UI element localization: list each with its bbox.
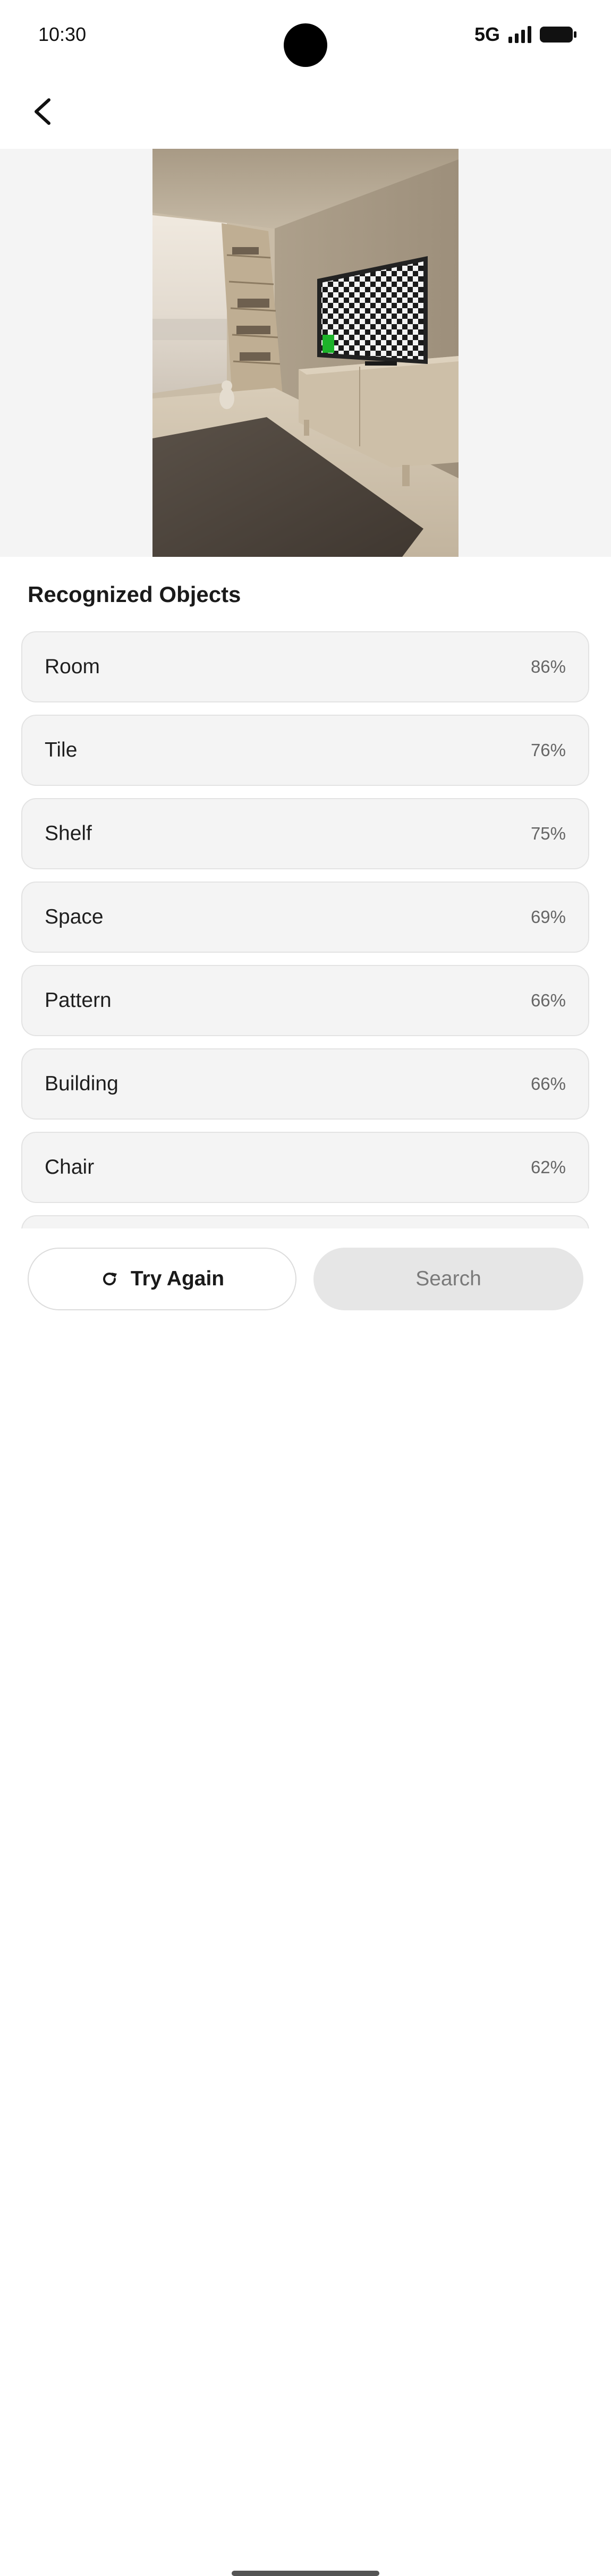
status-bar: 10:30 5G xyxy=(0,0,611,69)
list-item-partial[interactable] xyxy=(21,1215,589,1228)
bottom-action-bar: Try Again Search xyxy=(0,1228,611,2576)
search-button[interactable]: Search xyxy=(313,1248,583,1310)
try-again-button[interactable]: Try Again xyxy=(28,1248,296,1310)
recognized-objects-list[interactable]: Room 86% Tile 76% Shelf 75% Space 69% Pa… xyxy=(21,631,589,1228)
confidence-score: 76% xyxy=(530,740,566,760)
room-photo xyxy=(152,149,459,557)
object-label: Shelf xyxy=(45,822,92,845)
battery-icon xyxy=(540,27,576,43)
confidence-score: 66% xyxy=(530,990,566,1010)
list-item[interactable]: Chair 62% xyxy=(21,1132,589,1203)
confidence-score: 86% xyxy=(530,657,566,676)
refresh-icon xyxy=(103,1273,117,1286)
list-item[interactable]: Room 86% xyxy=(21,631,589,702)
confidence-score: 62% xyxy=(530,1157,566,1177)
object-label: Chair xyxy=(45,1156,95,1179)
object-label: Tile xyxy=(45,739,78,761)
search-label: Search xyxy=(415,1267,481,1290)
list-item[interactable]: Tile 76% xyxy=(21,715,589,786)
list-item[interactable]: Building 66% xyxy=(21,1048,589,1120)
confidence-score: 66% xyxy=(530,1074,566,1094)
signal-icon xyxy=(508,26,531,43)
top-app-bar xyxy=(0,74,611,149)
try-again-label: Try Again xyxy=(130,1267,225,1290)
chevron-left-icon xyxy=(35,98,50,125)
confidence-score: 75% xyxy=(530,824,566,843)
camera-cutout xyxy=(284,23,327,67)
list-item[interactable]: Pattern 66% xyxy=(21,965,589,1036)
object-label: Pattern xyxy=(45,989,112,1012)
list-item[interactable]: Shelf 75% xyxy=(21,798,589,869)
back-button[interactable] xyxy=(21,90,64,133)
object-label: Space xyxy=(45,905,104,928)
object-label: Room xyxy=(45,655,100,678)
status-time: 10:30 xyxy=(38,23,87,45)
home-indicator[interactable] xyxy=(232,2571,379,2576)
status-icons: 5G xyxy=(474,23,576,46)
network-type: 5G xyxy=(474,23,500,45)
image-preview-area xyxy=(0,149,611,557)
confidence-score: 69% xyxy=(530,907,566,927)
object-label: Building xyxy=(45,1072,118,1095)
section-title: Recognized Objects xyxy=(28,582,241,607)
list-item[interactable]: Space 69% xyxy=(21,882,589,953)
